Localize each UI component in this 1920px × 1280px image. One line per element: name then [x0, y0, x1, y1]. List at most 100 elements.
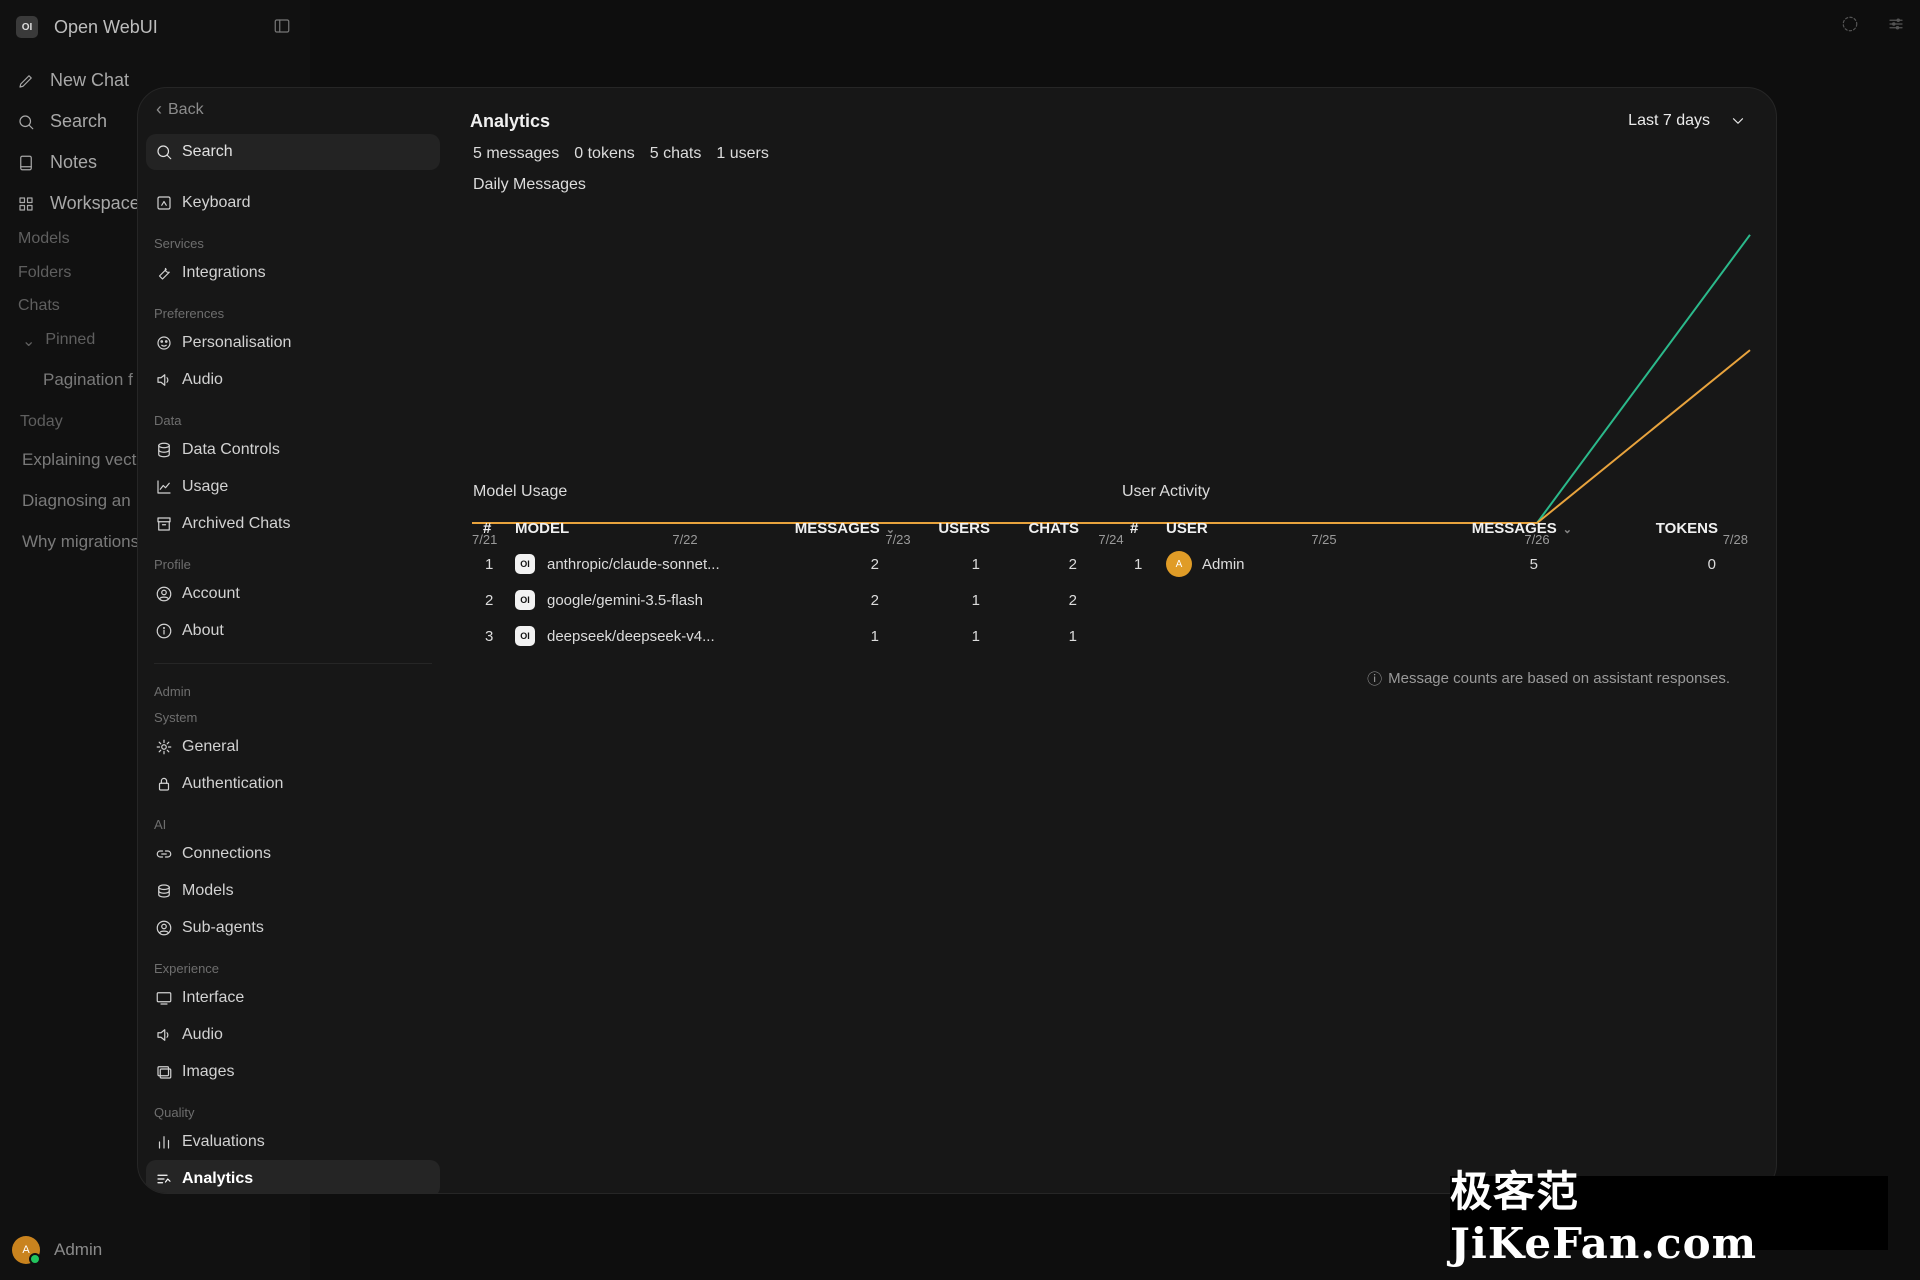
- controls-icon[interactable]: [1886, 14, 1906, 34]
- folders-section[interactable]: Folders: [18, 264, 71, 282]
- sidebar-toggle-icon[interactable]: [272, 16, 292, 36]
- group-ai: AI: [154, 817, 167, 832]
- nav-item-general[interactable]: General: [146, 728, 440, 765]
- database-icon: [154, 440, 174, 460]
- search-placeholder: Search: [182, 143, 233, 160]
- app-logo[interactable]: OI: [16, 16, 38, 38]
- date-range-value: Last 7 days: [1628, 112, 1710, 129]
- pinned-chat-item[interactable]: Pagination f: [43, 370, 133, 390]
- model-logo-icon: OI: [515, 590, 535, 610]
- cell-tokens: 0: [1707, 555, 1716, 573]
- col-rank: #: [483, 519, 492, 537]
- date-range-select[interactable]: Last 7 days: [1628, 111, 1748, 131]
- nav-item-connections[interactable]: Connections: [146, 835, 440, 872]
- nav-item-data-controls[interactable]: Data Controls: [146, 431, 440, 468]
- chat-item[interactable]: Why migrations: [22, 532, 139, 552]
- pencil-icon: [16, 71, 36, 91]
- nav-item-usage[interactable]: Usage: [146, 468, 440, 505]
- nav-item-interface[interactable]: Interface: [146, 979, 440, 1016]
- col-user[interactable]: User: [1166, 510, 1406, 546]
- settings-nav: ‹ Back Search Keyboard Services Integrat…: [138, 88, 443, 1193]
- cell-rank: 3: [485, 627, 494, 645]
- cell-messages: 1: [870, 627, 879, 645]
- nav-label: Models: [182, 881, 234, 899]
- search-icon: [16, 112, 36, 132]
- nav-item-keyboard[interactable]: Keyboard: [146, 184, 440, 221]
- bar-chart-icon: [154, 1132, 174, 1152]
- stack-icon: [154, 881, 174, 901]
- cell-user: A Admin: [1166, 546, 1406, 582]
- summary-stats: 5 messages 0 tokens 5 chats 1 users: [473, 145, 769, 163]
- col-tokens[interactable]: Tokens: [1572, 510, 1732, 546]
- stat-users: 1 users: [716, 145, 769, 162]
- pinned-section[interactable]: ⌄ Pinned: [22, 331, 95, 351]
- nav-item-personalisation[interactable]: Personalisation: [146, 324, 440, 361]
- gear-icon: [154, 737, 174, 757]
- nav-item-about[interactable]: About: [146, 612, 440, 649]
- chats-section[interactable]: Chats: [18, 297, 60, 315]
- nav-label: Personalisation: [182, 333, 292, 351]
- nav-item-integrations[interactable]: Integrations: [146, 254, 440, 291]
- nav-item-models[interactable]: Models: [146, 872, 440, 909]
- app-title[interactable]: Open WebUI: [54, 17, 158, 38]
- nav-label: Keyboard: [182, 193, 251, 211]
- cell-chats: 2: [1068, 591, 1077, 609]
- user-circle-icon: [154, 918, 174, 938]
- sort-chevron-icon: ⌄: [885, 523, 895, 536]
- chat-item[interactable]: Explaining vect: [22, 450, 136, 470]
- series-line-1: [472, 349, 1751, 524]
- table-row[interactable]: 1 A Admin 5 0: [1122, 546, 1732, 582]
- table-row[interactable]: 1 OI anthropic/claude-sonnet... 2 1 2: [473, 546, 1093, 582]
- cell-users: 1: [971, 555, 980, 573]
- cell-rank: 2: [485, 591, 494, 609]
- pinned-label: Pinned: [45, 331, 96, 348]
- group-profile: Profile: [154, 557, 191, 572]
- new-chat-label: New Chat: [50, 70, 130, 90]
- nav-divider: [154, 663, 432, 664]
- table-row[interactable]: 2 OI google/gemini-3.5-flash 2 1 2: [473, 582, 1093, 618]
- series-line-0: [472, 234, 1751, 524]
- user-menu[interactable]: A Admin: [12, 1236, 103, 1265]
- watermark: 极客范 JiKeFan.com: [1450, 1167, 1888, 1268]
- nav-item-account[interactable]: Account: [146, 575, 440, 612]
- footnote-text: Message counts are based on assistant re…: [1388, 670, 1730, 687]
- col-messages[interactable]: Messages ⌄: [770, 510, 895, 546]
- analytics-panel: Analytics Last 7 days 5 messages 0 token…: [470, 88, 1751, 1193]
- model-logo-icon: OI: [515, 626, 535, 646]
- settings-search-input[interactable]: Search: [146, 134, 440, 170]
- nav-item-audio[interactable]: Audio: [146, 361, 440, 398]
- col-rank: #: [1130, 519, 1139, 537]
- search-label: Search: [50, 111, 108, 131]
- back-button[interactable]: ‹ Back: [156, 99, 204, 120]
- sidebar-header: OI Open WebUI: [16, 14, 158, 40]
- nav-label: Audio: [182, 370, 223, 388]
- cell-chats: 1: [1068, 627, 1077, 645]
- daily-messages-chart: 7/21 7/22 7/23 7/24 7/25 7/26 7/28: [472, 234, 1751, 547]
- nav-item-images[interactable]: Images: [146, 1053, 440, 1090]
- col-chats[interactable]: Chats: [990, 510, 1093, 546]
- chat-item[interactable]: Diagnosing an: [22, 491, 131, 511]
- stat-chats: 5 chats: [649, 145, 702, 162]
- nav-item-audio-admin[interactable]: Audio: [146, 1016, 440, 1053]
- images-icon: [154, 1062, 174, 1082]
- col-messages[interactable]: Messages ⌄: [1406, 510, 1572, 546]
- nav-item-sub-agents[interactable]: Sub-agents: [146, 909, 440, 946]
- col-model[interactable]: Model: [515, 510, 770, 546]
- models-section[interactable]: Models: [18, 230, 70, 248]
- nav-item-authentication[interactable]: Authentication: [146, 765, 440, 802]
- nav-item-analytics[interactable]: Analytics: [146, 1160, 440, 1193]
- spinner-icon[interactable]: [1840, 14, 1860, 34]
- note-icon: [16, 153, 36, 173]
- user-name: Admin: [54, 1240, 103, 1259]
- col-users[interactable]: Users: [895, 510, 990, 546]
- nav-label: Archived Chats: [182, 514, 291, 532]
- avatar: A: [1166, 551, 1192, 577]
- footnote: ⓘ Message counts are based on assistant …: [1367, 668, 1730, 689]
- group-quality: Quality: [154, 1105, 195, 1120]
- online-status-dot: [29, 1253, 41, 1265]
- table-row[interactable]: 3 OI deepseek/deepseek-v4... 1 1 1: [473, 618, 1093, 654]
- nav-item-evaluations[interactable]: Evaluations: [146, 1123, 440, 1160]
- archive-icon: [154, 514, 174, 534]
- settings-modal: ‹ Back Search Keyboard Services Integrat…: [137, 87, 1777, 1194]
- nav-item-archived-chats[interactable]: Archived Chats: [146, 505, 440, 542]
